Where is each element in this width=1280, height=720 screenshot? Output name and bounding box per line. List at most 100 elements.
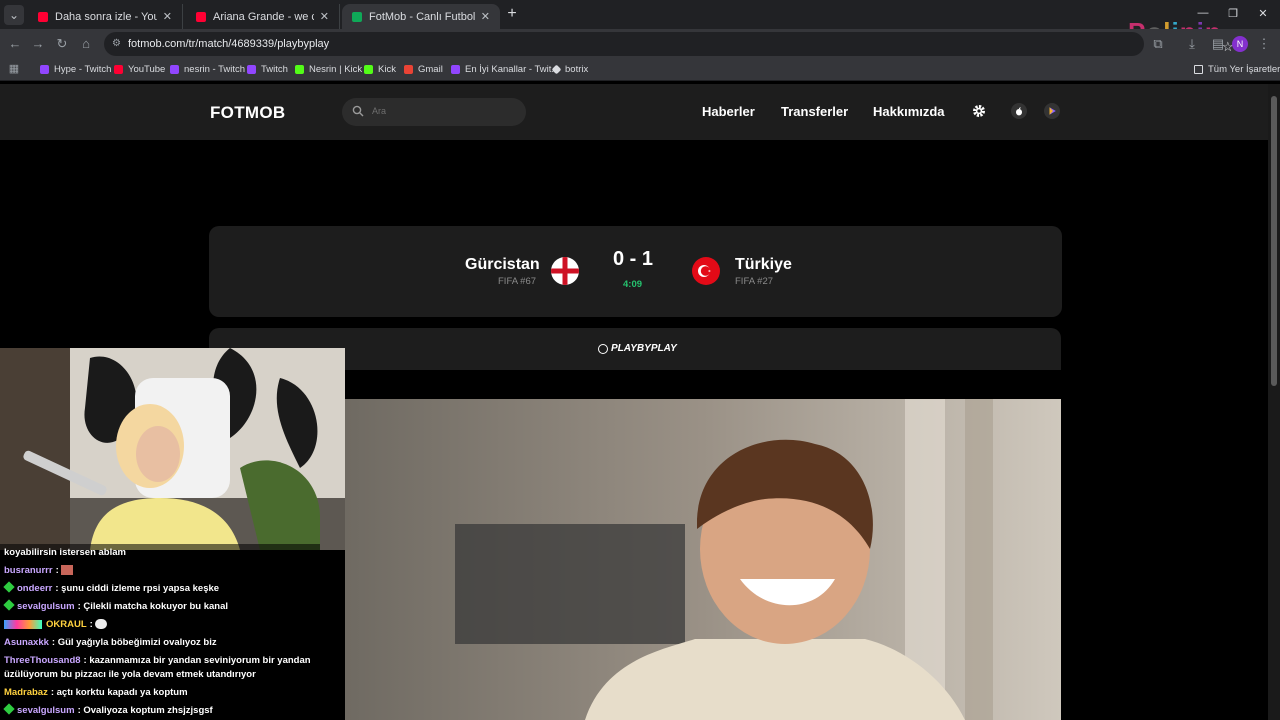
download-icon[interactable]: ⤓ <box>1184 36 1200 52</box>
bookmark-kick[interactable]: Kick <box>364 64 396 75</box>
twitch-icon <box>451 65 460 74</box>
close-window-icon[interactable]: ✕ <box>1256 7 1270 20</box>
twitch-icon <box>247 65 256 74</box>
tab-ariana-grande[interactable]: Ariana Grande - we can't be frie ✕ <box>186 4 340 29</box>
chat-username[interactable]: OKRAUL <box>46 619 87 630</box>
bookmark-nesrin-twitch[interactable]: nesrin - Twitch <box>170 64 245 75</box>
gear-icon[interactable] <box>971 103 987 119</box>
video-player[interactable] <box>345 399 1061 720</box>
badge-icon <box>3 599 15 611</box>
kick-icon <box>364 65 373 74</box>
bookmark-label: Kick <box>378 64 396 75</box>
bookmark-youtube[interactable]: YouTube <box>114 64 165 75</box>
new-tab-button[interactable]: + <box>504 6 520 22</box>
all-bookmarks-folder[interactable]: Tüm Yer İşaretleri <box>1194 64 1280 75</box>
bookmarks-bar: ▦ Hype - Twitch YouTube nesrin - Twitch … <box>0 59 1280 81</box>
tab-title: Ariana Grande - we can't be frie <box>213 10 314 23</box>
bookmark-hype-twitch[interactable]: Hype - Twitch <box>40 64 111 75</box>
bookmark-label: nesrin - Twitch <box>184 64 246 75</box>
search-icon <box>352 105 364 117</box>
chat-message-continued: üzülüyorum bu pizzacı ile yola devam etm… <box>4 669 256 681</box>
chat-text: üzülüyorum bu pizzacı ile yola devam etm… <box>4 669 256 680</box>
bookmark-label: Hype - Twitch <box>54 64 112 75</box>
away-team-name[interactable]: Türkiye <box>735 256 792 274</box>
scrollbar-thumb[interactable] <box>1271 96 1277 386</box>
away-team-rank: FIFA #27 <box>735 276 774 287</box>
england-flag-icon <box>551 257 579 285</box>
bookmark-label: botrix <box>565 64 589 75</box>
avatar[interactable]: N <box>1232 36 1248 52</box>
chat-username[interactable]: ThreeThousand8 <box>4 655 81 666</box>
streamer-webcam <box>0 348 345 550</box>
bookmark-label: Twitch <box>261 64 288 75</box>
profile-switcher-icon[interactable]: ▤ <box>1210 36 1226 52</box>
fotmob-icon <box>352 11 362 22</box>
apps-grid-icon[interactable]: ▦ <box>6 61 22 77</box>
chat-username[interactable]: busranurrr <box>4 565 53 576</box>
nav-about[interactable]: Hakkımızda <box>873 104 945 119</box>
twitch-icon <box>40 65 49 74</box>
home-team-name[interactable]: Gürcistan <box>465 256 540 274</box>
emote-icon <box>61 565 74 576</box>
address-bar[interactable]: ⚙ fotmob.com/tr/match/4689339/playbyplay… <box>104 32 1234 56</box>
fotmob-header: FOTMOB Ara Haberler Transferler Hakkımız… <box>0 84 1268 140</box>
tab-bar: ⌄ Daha sonra izle - YouTube ✕ Ariana Gra… <box>0 0 1280 47</box>
fotmob-logo[interactable]: FOTMOB <box>210 103 285 123</box>
chat-message: sevalgulsum: Ovaliyoza koptum zhsjzjsgsf <box>3 703 213 717</box>
reload-icon[interactable]: ↻ <box>54 36 70 52</box>
botrix-icon <box>551 64 562 75</box>
chat-message: ThreeThousand8: kazanmamıza bir yandan s… <box>4 655 311 667</box>
forward-icon[interactable]: → <box>30 36 46 52</box>
twitch-icon <box>170 65 179 74</box>
page-scrollbar[interactable] <box>1268 84 1280 720</box>
browser-toolbar: ← → ↻ ⌂ ⚙ fotmob.com/tr/match/4689339/pl… <box>0 29 1280 59</box>
gmail-icon <box>404 65 413 74</box>
stream-chat: koyabilirsin istersen ablam busranurrr : … <box>0 544 320 720</box>
nav-transfers[interactable]: Transferler <box>781 104 848 119</box>
kick-icon <box>295 65 304 74</box>
apple-icon[interactable] <box>1011 103 1027 119</box>
emote-icon <box>95 619 108 630</box>
close-icon[interactable]: ✕ <box>320 10 329 23</box>
restore-icon[interactable]: ❐ <box>1226 7 1240 20</box>
tab-search-button[interactable]: ⌄ <box>4 5 24 25</box>
chat-username[interactable]: Asunaxkk <box>4 637 49 648</box>
home-icon[interactable]: ⌂ <box>78 36 94 52</box>
chat-text: : Ovaliyoza koptum zhsjzjsgsf <box>77 705 213 716</box>
bookmark-nesrin-kick[interactable]: Nesrin | Kick <box>295 64 362 75</box>
turkey-flag-icon <box>692 257 720 285</box>
bookmark-en-iyi-kanallar[interactable]: En İyi Kanallar - Twit... <box>451 64 559 75</box>
bookmark-label: YouTube <box>128 64 166 75</box>
search-placeholder: Ara <box>372 106 387 116</box>
google-play-icon[interactable] <box>1044 103 1060 119</box>
chat-username[interactable]: Madrabaz <box>4 687 48 698</box>
youtube-icon <box>114 65 123 74</box>
chat-username[interactable]: sevalgulsum <box>17 601 75 612</box>
menu-icon[interactable]: ⋮ <box>1256 36 1272 52</box>
video-frame <box>345 399 1061 720</box>
chat-message: Asunaxkk: Gül yağıyla böbeğimizi ovalıyo… <box>4 637 217 649</box>
chat-message: OKRAUL: <box>4 619 108 631</box>
all-bookmarks-label: Tüm Yer İşaretleri <box>1208 64 1280 75</box>
chat-message: ondeerr: şunu ciddi izleme rpsi yapsa ke… <box>3 581 219 595</box>
search-input[interactable]: Ara <box>342 98 526 126</box>
bookmark-label: En İyi Kanallar - Twit... <box>465 64 560 75</box>
chat-username[interactable]: ondeerr <box>17 583 52 594</box>
nav-news[interactable]: Haberler <box>702 104 755 119</box>
tab-youtube-watch-later[interactable]: Daha sonra izle - YouTube ✕ <box>28 4 183 29</box>
extensions-icon[interactable]: ⧉ <box>1150 36 1166 52</box>
site-info-icon[interactable]: ⚙ <box>112 38 124 50</box>
back-icon[interactable]: ← <box>7 36 23 52</box>
bookmark-botrix[interactable]: botrix <box>551 64 589 75</box>
chat-text: : Gül yağıyla böbeğimizi ovalıyoz biz <box>51 637 217 648</box>
close-icon[interactable]: ✕ <box>163 10 172 23</box>
tab-fotmob[interactable]: FotMob - Canlı Futbol Skorları ✕ <box>342 4 500 29</box>
close-icon[interactable]: ✕ <box>481 10 490 23</box>
chat-message: koyabilirsin istersen ablam <box>4 547 126 559</box>
home-team-rank: FIFA #67 <box>498 276 537 287</box>
bookmark-twitch[interactable]: Twitch <box>247 64 288 75</box>
minimize-icon[interactable]: — <box>1196 7 1210 19</box>
chat-message: Madrabaz: açtı korktu kapadı ya koptum <box>4 687 188 699</box>
bookmark-gmail[interactable]: Gmail <box>404 64 443 75</box>
chat-username[interactable]: sevalgulsum <box>17 705 75 716</box>
